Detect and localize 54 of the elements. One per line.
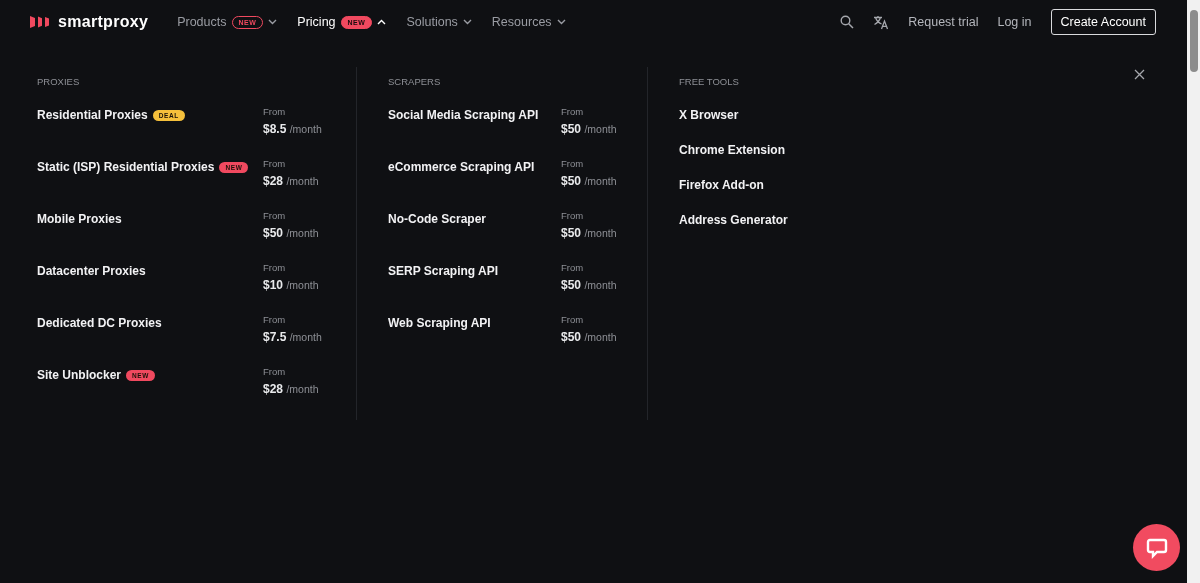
from-label: From: [561, 106, 585, 117]
price-text: $50 /month: [561, 174, 617, 188]
from-label: From: [561, 314, 585, 325]
nav-item[interactable]: Resources: [491, 15, 566, 29]
menu-item[interactable]: Address Generator: [679, 213, 879, 227]
from-label: From: [263, 262, 287, 273]
create-account-button[interactable]: Create Account: [1050, 9, 1156, 35]
scrollbar[interactable]: [1187, 0, 1200, 583]
from-label: From: [263, 314, 287, 325]
menu-item[interactable]: Datacenter Proxies: [37, 264, 263, 278]
search-icon[interactable]: [840, 15, 855, 29]
chevron-down-icon: [556, 19, 566, 25]
chevron-down-icon: [268, 19, 278, 25]
price-text: $50 /month: [561, 330, 617, 344]
chat-icon: [1145, 536, 1168, 559]
request-trial-link[interactable]: Request trial: [908, 15, 979, 29]
from-label: From: [561, 262, 585, 273]
menu-item[interactable]: Mobile Proxies: [37, 212, 263, 226]
menu-item[interactable]: SERP Scraping API: [388, 264, 561, 278]
price-text: $50 /month: [561, 278, 617, 292]
price-text: $10 /month: [263, 278, 319, 292]
chevron-up-icon: [377, 19, 387, 25]
from-label: From: [263, 106, 287, 117]
brand-name[interactable]: smartproxy: [58, 13, 149, 31]
menu-item[interactable]: Firefox Add-on: [679, 178, 879, 192]
from-label: From: [263, 366, 287, 377]
logo-icon: [30, 16, 52, 28]
from-label: From: [263, 158, 287, 169]
price-text: $50 /month: [561, 226, 617, 240]
menu-item[interactable]: No-Code Scraper: [388, 212, 561, 226]
menu-item[interactable]: Dedicated DC Proxies: [37, 316, 263, 330]
menu-item[interactable]: eCommerce Scraping API: [388, 160, 561, 174]
translate-icon[interactable]: [873, 14, 890, 30]
menu-item[interactable]: Web Scraping API: [388, 316, 561, 330]
menu-item[interactable]: Chrome Extension: [679, 143, 879, 157]
price-text: $50 /month: [561, 122, 617, 136]
nav-item[interactable]: Solutions: [406, 15, 472, 29]
price-text: $28 /month: [263, 174, 319, 188]
column-heading: PROXIES: [37, 76, 81, 87]
price-text: $28 /month: [263, 382, 319, 396]
price-text: $50 /month: [263, 226, 319, 240]
chevron-down-icon: [462, 19, 472, 25]
from-label: From: [561, 158, 585, 169]
chat-button[interactable]: [1133, 524, 1180, 571]
menu-item[interactable]: X Browser: [679, 108, 879, 122]
price-text: $8.5 /month: [263, 122, 322, 136]
close-button[interactable]: [1132, 67, 1147, 82]
from-label: From: [561, 210, 585, 221]
menu-item[interactable]: Social Media Scraping API: [388, 108, 561, 122]
column-heading: SCRAPERS: [388, 76, 442, 87]
column-heading: FREE TOOLS: [679, 76, 740, 87]
from-label: From: [263, 210, 287, 221]
price-text: $7.5 /month: [263, 330, 322, 344]
login-link[interactable]: Log in: [997, 15, 1032, 29]
